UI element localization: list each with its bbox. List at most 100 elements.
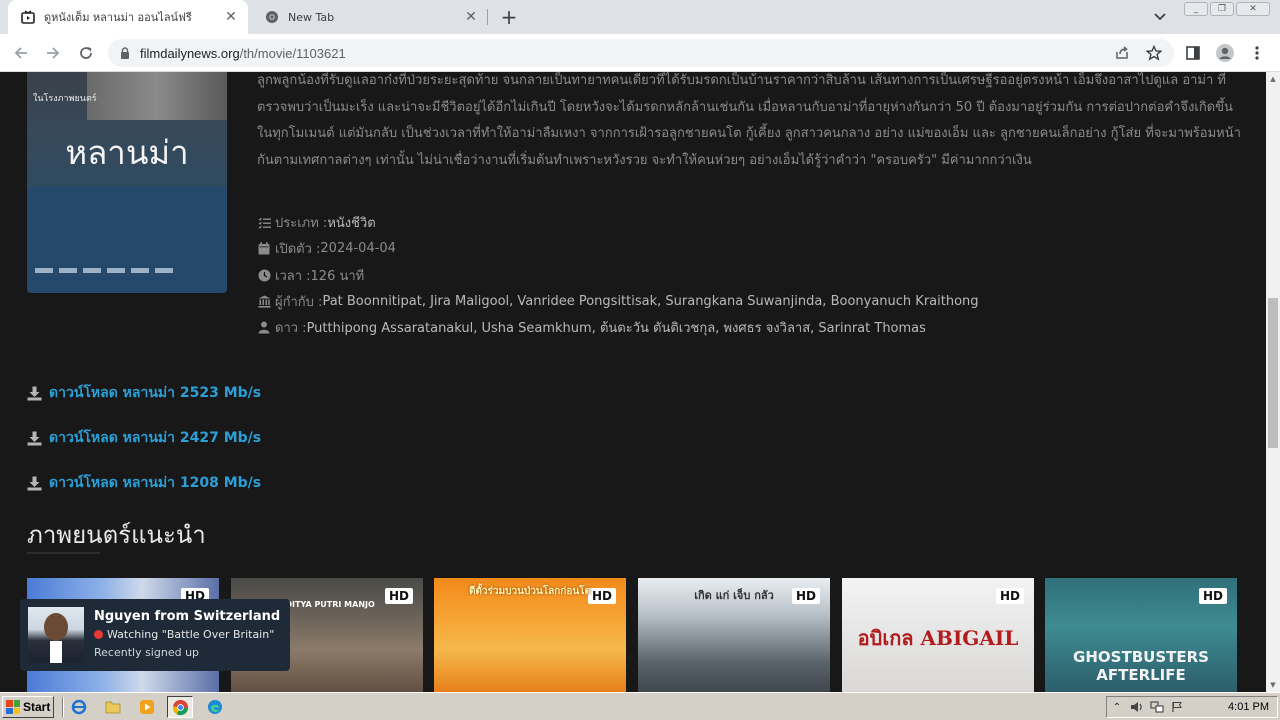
user-icon: [257, 321, 271, 335]
tv-favicon-icon: [20, 9, 36, 25]
movie-poster[interactable]: ในโรงภาพยนตร์ หลานม่า: [27, 72, 227, 293]
movie-card[interactable]: HD ตีตั้วร่วมบวนป่วนโลกก่อนโต: [434, 578, 626, 692]
chevron-down-icon[interactable]: [1150, 8, 1170, 26]
card-caption: ตีตั้วร่วมบวนป่วนโลกก่อนโต: [468, 586, 592, 597]
meta-release: เปิดตัว : 2024-04-04: [257, 238, 396, 259]
close-window-button[interactable]: ✕: [1236, 2, 1270, 16]
download-label[interactable]: ดาวน์โหลด หลานม่า 1208 Mb/s: [49, 472, 261, 494]
live-dot-icon: [94, 630, 103, 639]
card-caption: GHOSTBUSTERS AFTERLIFE: [1073, 648, 1209, 684]
url-host: filmdailynews.org: [140, 45, 240, 61]
download-icon: [27, 430, 43, 446]
scroll-down-icon[interactable]: ▼: [1266, 678, 1280, 692]
download-label[interactable]: ดาวน์โหลด หลานม่า 2427 Mb/s: [49, 427, 261, 449]
kebab-menu-icon[interactable]: [1246, 42, 1268, 64]
new-tab-button[interactable]: +: [498, 5, 520, 29]
genre-value[interactable]: หนังชีวิต: [327, 212, 375, 233]
poster-tagline: ในโรงภาพยนตร์: [33, 94, 97, 104]
edge-icon[interactable]: [206, 698, 224, 716]
movie-page: ในโรงภาพยนตร์ หลานม่า ลูกพลูกน้องที่รับด…: [0, 72, 1266, 692]
signup-notification[interactable]: Nguyen from Switzerland Watching "Battle…: [20, 599, 290, 671]
close-tab-icon[interactable]: ✕: [462, 8, 480, 26]
download-link-2[interactable]: ดาวน์โหลด หลานม่า 2427 Mb/s: [27, 427, 261, 449]
movie-card[interactable]: HD เกิด แก่ เจ็บ กลัว: [638, 578, 830, 692]
release-value: 2024-04-04: [320, 241, 396, 256]
cast-value[interactable]: Putthipong Assaratanakul, Usha Seamkhum,…: [307, 317, 926, 338]
tab-movie[interactable]: ดูหนังเต็ม หลานม่า ออนไลน์ฟรี ✕: [8, 0, 248, 34]
forward-arrow-icon[interactable]: [42, 42, 64, 64]
director-label: ผู้กำกับ :: [275, 295, 323, 310]
meta-genre: ประเภท : หนังชีวิต: [257, 212, 376, 233]
lock-icon[interactable]: [120, 47, 130, 59]
download-link-1[interactable]: ดาวน์โหลด หลานม่า 2523 Mb/s: [27, 382, 261, 404]
tab-title: New Tab: [288, 10, 335, 24]
side-panel-icon[interactable]: [1182, 42, 1204, 64]
avatar: [28, 607, 84, 663]
scrollbar-thumb[interactable]: [1268, 298, 1278, 448]
genre-label: ประเภท :: [275, 216, 328, 231]
runtime-value: 126 นาที: [310, 269, 365, 284]
download-icon: [27, 475, 43, 491]
notification-watching: Watching "Battle Over Britain": [94, 628, 274, 641]
tab-new-tab[interactable]: New Tab ✕: [252, 0, 488, 34]
notification-watching-text: Watching "Battle Over Britain": [107, 628, 275, 641]
clock: 4:01 PM: [1228, 701, 1269, 713]
tray-expand-icon[interactable]: ⌃: [1107, 699, 1127, 715]
media-player-icon[interactable]: [138, 698, 156, 716]
tab-strip: ดูหนังเต็ม หลานม่า ออนไลน์ฟรี ✕ New Tab …: [0, 0, 1280, 34]
address-bar[interactable]: filmdailynews.org/th/movie/1103621: [108, 39, 1174, 67]
movie-card[interactable]: HD GHOSTBUSTERS AFTERLIFE: [1045, 578, 1237, 692]
url-text: filmdailynews.org/th/movie/1103621: [140, 46, 346, 61]
windows-logo-icon: [6, 700, 20, 714]
hd-badge: HD: [1198, 588, 1227, 604]
share-icon[interactable]: [1112, 43, 1132, 63]
meta-cast: ดาว : Putthipong Assaratanakul, Usha Sea…: [257, 317, 926, 338]
network-icon[interactable]: [1147, 699, 1167, 715]
minimize-button[interactable]: _: [1184, 2, 1208, 16]
clock-icon: [257, 269, 271, 283]
bookmark-star-icon[interactable]: [1144, 43, 1164, 63]
poster-logos: [35, 268, 225, 278]
bank-icon: [257, 295, 271, 309]
chrome-taskbar-icon[interactable]: [167, 696, 193, 718]
movie-synopsis: ลูกพลูกน้องที่รับดูแลอาก๋งที่ป่วยระยะสุด…: [257, 73, 1241, 168]
card-caption: เกิด แก่ เจ็บ กลัว: [694, 589, 774, 602]
taskbar-divider: [62, 697, 64, 717]
poster-title: หลานม่า: [65, 133, 189, 172]
calendar-icon: [257, 242, 271, 256]
download-label[interactable]: ดาวน์โหลด หลานม่า 2523 Mb/s: [49, 382, 261, 404]
reload-icon[interactable]: [75, 42, 97, 64]
folder-icon[interactable]: [104, 698, 122, 716]
movie-card[interactable]: HD อบิเกล ABIGAIL: [842, 578, 1034, 692]
download-link-3[interactable]: ดาวน์โหลด หลานม่า 1208 Mb/s: [27, 472, 261, 494]
chrome-favicon-icon: [264, 9, 280, 25]
close-tab-icon[interactable]: ✕: [222, 8, 240, 26]
tab-title: ดูหนังเต็ม หลานม่า ออนไลน์ฟรี: [44, 11, 192, 24]
scroll-up-icon[interactable]: ▲: [1266, 72, 1280, 86]
volume-icon[interactable]: [1127, 699, 1147, 715]
page-scrollbar[interactable]: ▲ ▼: [1266, 72, 1280, 692]
start-label: Start: [23, 700, 51, 714]
start-button[interactable]: Start: [2, 696, 54, 718]
notification-name: Nguyen from Switzerland: [94, 609, 281, 624]
taskbar: Start ⌃ 4:01 PM: [0, 692, 1280, 720]
notification-status: Recently signed up: [94, 646, 200, 659]
ie-icon[interactable]: [70, 698, 88, 716]
release-label: เปิดตัว :: [275, 242, 321, 257]
director-value[interactable]: Pat Boonnitipat, Jira Maligool, Vanridee…: [322, 294, 978, 309]
back-arrow-icon[interactable]: [10, 42, 32, 64]
cast-label: ดาว :: [275, 321, 307, 336]
restore-button[interactable]: ❐: [1210, 2, 1234, 16]
flag-icon[interactable]: [1167, 699, 1187, 715]
list-icon: [257, 216, 271, 230]
browser-toolbar: filmdailynews.org/th/movie/1103621: [0, 34, 1280, 72]
meta-runtime: เวลา : 126 นาที: [257, 265, 364, 286]
hd-badge: HD: [995, 588, 1024, 604]
card-caption: อบิเกล ABIGAIL: [857, 626, 1019, 650]
url-path: /th/movie/1103621: [239, 45, 346, 61]
meta-director: ผู้กำกับ : Pat Boonnitipat, Jira Maligoo…: [257, 291, 979, 312]
profile-avatar-icon[interactable]: [1214, 42, 1236, 64]
recommended-heading: ภาพยนตร์แนะนำ: [27, 521, 206, 549]
tab-divider: [487, 9, 488, 25]
runtime-label: เวลา :: [275, 269, 311, 284]
